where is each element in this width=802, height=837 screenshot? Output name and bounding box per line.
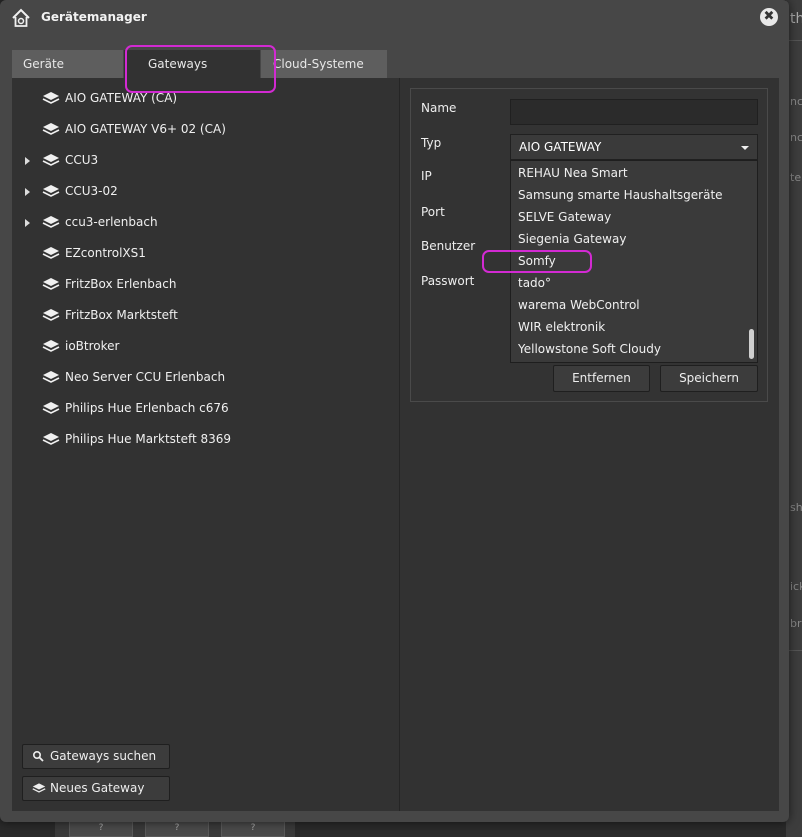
gateway-icon [42,371,60,383]
tree-item-label: FritzBox Erlenbach [65,277,177,291]
dropdown-option[interactable]: Somfy [518,254,556,268]
password-label: Passwort [421,274,475,288]
dropdown-option[interactable]: WIR elektronik [518,320,605,334]
gateway-icon [42,433,60,445]
type-select[interactable]: AIO GATEWAY [510,134,758,160]
bg-text: ick [790,580,802,593]
dialog-title: Gerätemanager [41,10,147,24]
type-select-value: AIO GATEWAY [519,140,602,154]
port-label: Port [421,205,445,219]
gateway-icon [42,216,60,228]
gateway-icon [42,92,60,104]
new-gateway-button[interactable]: Neues Gateway [22,776,170,801]
gateway-icon [42,402,60,414]
remove-button[interactable]: Entfernen [553,365,650,392]
tree-item-label: Neo Server CCU Erlenbach [65,370,226,384]
tree-item-label: Philips Hue Erlenbach c676 [65,401,229,415]
chevron-down-icon [741,146,749,150]
tree-item-label: EZcontrolXS1 [65,246,146,260]
search-gateways-label: Gateways suchen [50,749,157,763]
gateway-icon [42,309,60,321]
type-dropdown-list: REHAU Nea Smart Samsung smarte Haushaltsg… [510,160,758,363]
dropdown-option[interactable]: SELVE Gateway [518,210,611,224]
expand-arrow-icon[interactable] [25,188,30,196]
tab-gateways[interactable]: Gateways [124,50,260,78]
tree-item-label: AIO GATEWAY (CA) [65,91,178,105]
gateway-icon [42,154,60,166]
ip-label: IP [421,169,432,183]
type-label: Typ [421,136,442,150]
bg-text: nc [790,95,802,108]
dropdown-option[interactable]: REHAU Nea Smart [518,166,628,180]
tree-item-label: Philips Hue Marktsteft 8369 [65,432,232,446]
expand-arrow-icon[interactable] [25,219,30,227]
dropdown-option[interactable]: tado° [518,276,551,290]
tab-devices[interactable]: Geräte [12,50,123,78]
bg-text: nc [790,131,802,144]
save-button[interactable]: Speichern [660,365,758,392]
bg-button: ? [221,820,285,837]
tree-item-label: AIO GATEWAY V6+ 02 (CA) [65,122,226,136]
bg-text: th [790,11,802,27]
bg-text: sh [790,501,802,514]
new-gateway-label: Neues Gateway [50,781,145,795]
search-icon [32,750,44,762]
dropdown-scrollbar[interactable] [749,329,754,359]
tree-item-label: ioBtroker [65,339,120,353]
close-icon[interactable]: ✖ [760,8,778,26]
bg-text: br [790,617,802,630]
device-manager-dialog: Gerätemanager ✖ Geräte Gateways Cloud-Sy… [0,0,789,822]
tree-item-label: FritzBox Marktsteft [65,308,178,322]
gateway-icon [42,123,60,135]
bg-text: te [790,171,802,184]
gateway-icon [42,247,60,259]
tree-item-label: ccu3-erlenbach [65,215,158,229]
search-gateways-button[interactable]: Gateways suchen [22,744,170,769]
gateway-icon [42,278,60,290]
name-input[interactable] [510,99,758,125]
tab-cloud-systems[interactable]: Cloud-Systeme [261,50,387,78]
gateway-icon [42,185,60,197]
home-gear-icon [12,8,30,27]
gateway-tree: AIO GATEWAY (CA) AIO GATEWAY V6+ 02 (CA) C… [12,78,400,811]
gateway-icon [42,340,60,352]
expand-arrow-icon[interactable] [25,157,30,165]
bg-button: ? [145,820,209,837]
tree-item-label: CCU3 [65,153,99,167]
bg-button: ? [69,820,133,837]
name-label: Name [421,101,457,115]
dialog-titlebar[interactable]: Gerätemanager ✖ [0,0,789,36]
dropdown-option[interactable]: warema WebControl [518,298,640,312]
tree-item-label: CCU3-02 [65,184,118,198]
dropdown-option[interactable]: Siegenia Gateway [518,232,626,246]
user-label: Benutzer [421,239,476,253]
dropdown-option[interactable]: Samsung smarte Haushaltsgeräte [518,188,723,202]
gateway-icon [32,783,46,793]
dropdown-option[interactable]: Yellowstone Soft Cloudy [518,342,661,356]
